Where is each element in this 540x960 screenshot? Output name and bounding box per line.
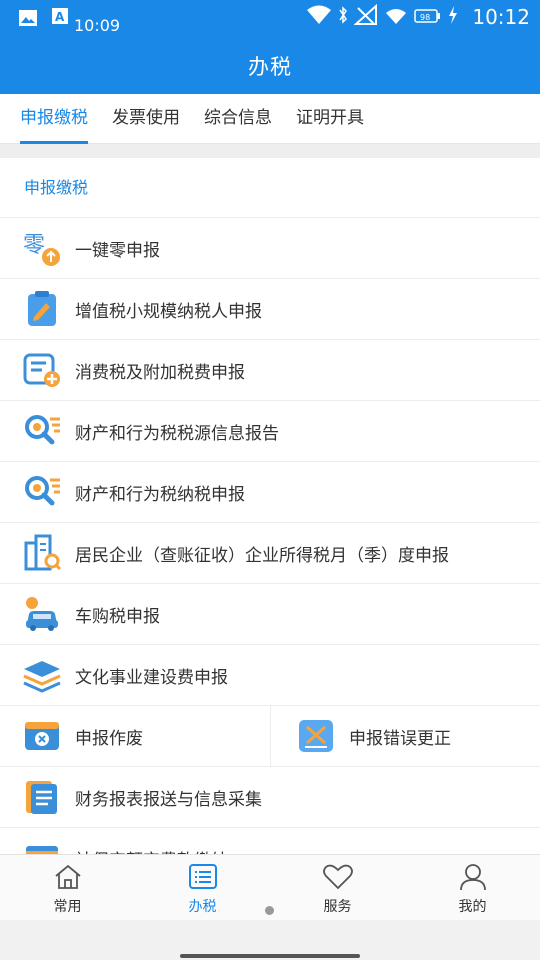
list-item-enterprise-income-tax[interactable]: 居民企业（查账征收）企业所得税月（季）度申报 (0, 523, 540, 583)
list-item-declare-correction[interactable]: 申报错误更正 (270, 706, 540, 766)
zero-upload-icon: 零 (22, 228, 62, 268)
list-item-label: 财产和行为税税源信息报告 (75, 423, 279, 444)
page-title: 办税 (248, 55, 292, 79)
list-item-culture-fee[interactable]: 文化事业建设费申报 (0, 645, 540, 705)
wifi-icon (306, 4, 332, 30)
list-item-label: 居民企业（查账征收）企业所得税月（季）度申报 (75, 545, 449, 566)
nav-mine[interactable]: 我的 (405, 855, 540, 920)
list-item-label: 财务报表报送与信息采集 (75, 789, 262, 810)
tab-declare-pay[interactable]: 申报缴税 (20, 94, 88, 144)
list-item-vat-small[interactable]: 增值税小规模纳税人申报 (0, 279, 540, 339)
list-item-property-source[interactable]: 财产和行为税税源信息报告 (0, 401, 540, 461)
list-item-label: 车购税申报 (75, 606, 160, 627)
card-icon (22, 838, 62, 854)
list-item-label: 社保定额定费款缴纳 (75, 846, 228, 855)
font-a-icon: A (52, 8, 68, 32)
signal-off-icon (353, 3, 378, 30)
tab-certificate[interactable]: 证明开具 (296, 94, 364, 144)
building-search-icon (22, 533, 62, 573)
nav-tax[interactable]: 办税 (135, 855, 270, 920)
nav-label: 服务 (323, 899, 352, 915)
nav-common[interactable]: 常用 (0, 855, 135, 920)
car-icon (22, 594, 62, 634)
list-item-declare-cancel[interactable]: 申报作废 (0, 706, 270, 766)
bluetooth-icon (338, 5, 348, 29)
user-icon (458, 864, 488, 895)
list-item-label: 申报作废 (75, 728, 143, 749)
list-item-label: 消费税及附加税费申报 (75, 362, 245, 383)
page-indicator-dot (265, 906, 274, 915)
layers-icon (22, 655, 62, 695)
list-item-social-insurance[interactable]: 社保定额定费款缴纳 (0, 828, 540, 854)
wifi-signal-icon (384, 4, 408, 30)
form-plus-icon (22, 350, 62, 390)
clipboard-pen-icon (22, 289, 62, 329)
search-list-icon (22, 411, 62, 451)
status-bar: A 10:09 98 10:12 (0, 0, 540, 40)
nav-label: 常用 (53, 899, 82, 915)
list-item-vehicle-purchase-tax[interactable]: 车购税申报 (0, 584, 540, 644)
svg-text:零: 零 (23, 233, 45, 258)
report-doc-icon (22, 777, 62, 817)
battery-icon: 98 (414, 4, 442, 30)
search-list-icon (22, 472, 62, 512)
nav-label: 办税 (188, 899, 217, 915)
status-clock: 10:12 (472, 5, 530, 29)
list-item-zero-declare[interactable]: 零 一键零申报 (0, 218, 540, 278)
svg-text:A: A (55, 10, 65, 24)
list-item-financial-report[interactable]: 财务报表报送与信息采集 (0, 767, 540, 827)
section-title: 申报缴税 (0, 158, 540, 218)
tab-general-info[interactable]: 综合信息 (204, 94, 272, 144)
app-bar: 办税 (0, 40, 540, 94)
list-item-label: 一键零申报 (75, 240, 160, 261)
list-item-label: 增值税小规模纳税人申报 (75, 301, 262, 322)
status-time-small: 10:09 (74, 16, 121, 35)
list-icon (188, 864, 218, 895)
tab-bar: 申报缴税 发票使用 综合信息 证明开具 (0, 94, 540, 144)
list-item-label: 申报错误更正 (349, 728, 451, 749)
nav-label: 我的 (458, 899, 487, 915)
nav-service[interactable]: 服务 (270, 855, 405, 920)
list-item-consumption-tax[interactable]: 消费税及附加税费申报 (0, 340, 540, 400)
charging-icon (448, 4, 458, 30)
tab-invoice-use[interactable]: 发票使用 (112, 94, 180, 144)
list-item-label: 财产和行为税纳税申报 (75, 484, 245, 505)
home-icon (53, 864, 83, 895)
section-gap (0, 144, 540, 158)
heart-icon (322, 864, 354, 895)
correction-icon (296, 716, 336, 756)
service-list[interactable]: 申报缴税 零 一键零申报 增值税小规模纳税人申报 消费税及附加税费申报 财产和行… (0, 158, 540, 854)
gallery-icon (18, 9, 38, 31)
list-item-label: 文化事业建设费申报 (75, 667, 228, 688)
home-indicator[interactable] (180, 954, 360, 958)
list-item-property-declare[interactable]: 财产和行为税纳税申报 (0, 462, 540, 522)
svg-text:98: 98 (420, 13, 430, 22)
window-cancel-icon (22, 716, 62, 756)
